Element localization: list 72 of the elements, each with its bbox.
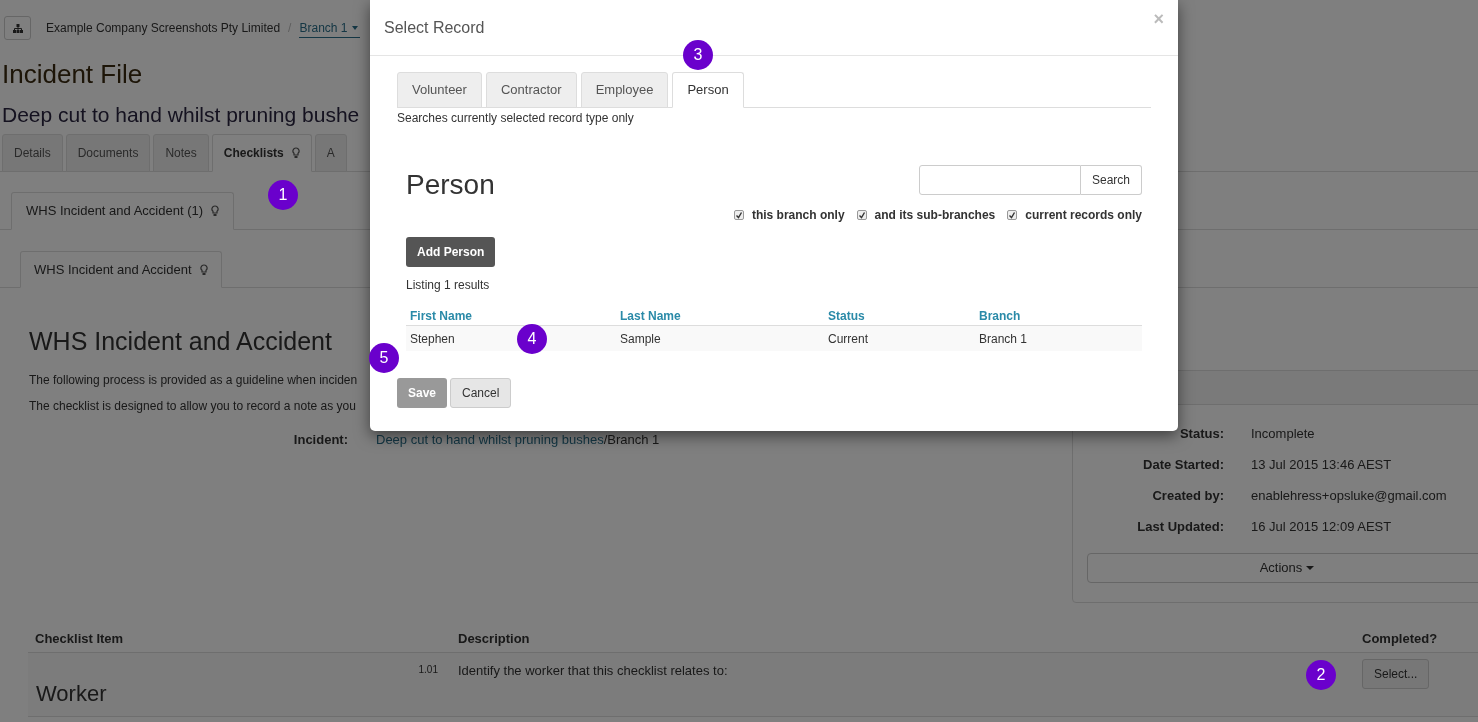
field-label: Incident: [292, 431, 348, 449]
table-cell: Stephen [410, 331, 455, 346]
branch-text: /Branch 1 [603, 431, 660, 449]
column-header[interactable]: Branch [975, 307, 1021, 325]
caret-icon [350, 24, 361, 31]
field-value: enablehress+opsluke@gmail.com [1251, 487, 1447, 504]
hint-text: Searches currently selected record type only [397, 110, 635, 126]
page-title: Incident File [2, 58, 143, 91]
actions-button[interactable]: Actions [1087, 553, 1478, 583]
hierarchy-button[interactable] [4, 16, 31, 40]
checklist-tab[interactable]: WHS Incident and Accident [20, 251, 222, 288]
field-label: Date Started: [1142, 456, 1224, 473]
tab[interactable]: A [314, 134, 347, 172]
column-header: Completed? [1361, 629, 1438, 648]
company-name: Example Company Screenshots Pty Limited [46, 20, 281, 37]
save-button: Save [397, 378, 448, 408]
field-label: Last Updated: [1136, 518, 1224, 535]
incident-title: Deep cut to hand whilst pruning bushe [2, 102, 360, 128]
modal-title: Select Record [384, 17, 485, 38]
column-header: Description [457, 629, 531, 648]
check-icon [857, 211, 866, 219]
checkbox[interactable] [856, 210, 867, 220]
column-header: Checklist Item [34, 629, 125, 648]
add-person-button[interactable]: Add Person [406, 237, 496, 267]
field-value: Incomplete [1251, 425, 1315, 442]
field-label: Created by: [1151, 487, 1224, 504]
caret-icon [1306, 565, 1315, 571]
checkbox-label: and its sub-branches [874, 207, 996, 224]
callout-marker: 1 [268, 180, 298, 210]
field-label: Status: [1178, 425, 1224, 442]
lightbulb-icon [291, 147, 300, 159]
table-cell: Branch 1 [979, 331, 1028, 346]
record-type-tab[interactable]: Employee [580, 72, 669, 108]
checklist-tab[interactable]: WHS Incident and Accident (1) [11, 192, 235, 230]
column-header[interactable]: Status [824, 307, 975, 325]
search-field[interactable] [918, 165, 1081, 195]
tab[interactable]: Notes [153, 134, 209, 172]
checkbox[interactable] [1007, 210, 1018, 220]
hierarchy-icon [12, 23, 23, 33]
checkbox-label: this branch only [751, 207, 845, 224]
result-count: Listing 1 results [406, 277, 491, 293]
tab[interactable]: Checklists [211, 134, 312, 172]
table-cell: Current [828, 331, 868, 346]
item-description: Identify the worker that this checklist relates to: [458, 663, 728, 678]
item-number: 1.01 [418, 663, 438, 677]
incident-link[interactable]: Deep cut to hand whilst pruning bushes [376, 430, 604, 450]
breadcrumb-separator: / [288, 20, 292, 37]
record-type-tab[interactable]: Person [672, 72, 744, 108]
description-text: The following process is provided as a guideline when inciden [29, 372, 358, 388]
column-header[interactable]: Last Name [616, 307, 824, 325]
lightbulb-icon [199, 263, 208, 276]
cancel-button[interactable]: Cancel [450, 378, 512, 408]
record-type-heading: Person [406, 168, 495, 202]
record-type-tab[interactable]: Contractor [485, 72, 577, 108]
check-icon [1008, 211, 1017, 219]
search-button[interactable]: Search [1080, 165, 1142, 195]
description-text: The checklist is designed to allow you to record a note as you [29, 398, 356, 414]
lightbulb-icon [211, 205, 220, 217]
tab[interactable]: Documents [65, 134, 151, 172]
field-value: 13 Jul 2015 13:46 AEST [1251, 456, 1392, 473]
branch-dropdown[interactable]: Branch 1 [299, 18, 361, 38]
checkbox-label: current records only [1025, 207, 1142, 224]
column-header[interactable]: First Name [406, 307, 616, 325]
item-title: Worker [36, 680, 107, 708]
section-heading: WHS Incident and Accident [29, 326, 332, 357]
table-cell: Sample [620, 331, 661, 346]
check-icon [734, 211, 743, 219]
record-type-tab[interactable]: Volunteer [397, 72, 482, 108]
checkbox[interactable] [733, 210, 744, 220]
field-value: 16 Jul 2015 12:09 AEST [1251, 518, 1392, 535]
select-button[interactable]: Select... [1362, 659, 1430, 689]
tab[interactable]: Details [2, 134, 63, 172]
